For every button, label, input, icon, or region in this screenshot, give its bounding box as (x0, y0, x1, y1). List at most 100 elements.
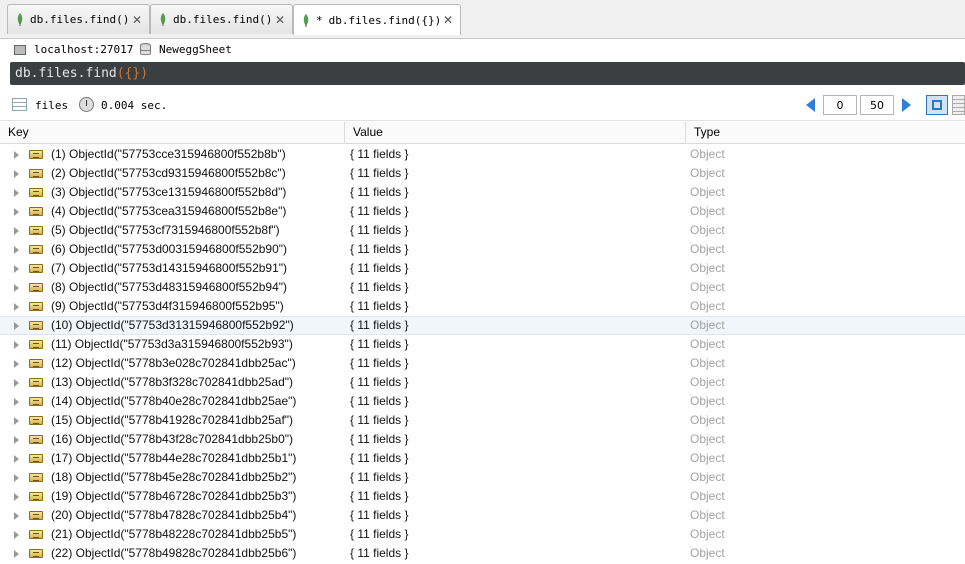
expand-arrow-icon[interactable] (14, 493, 19, 501)
elapsed-time: 0.004 sec. (101, 99, 168, 112)
table-row[interactable]: (21) ObjectId("5778b48228c702841dbb25b5"… (0, 525, 965, 544)
table-row[interactable]: (15) ObjectId("5778b41928c702841dbb25af"… (0, 411, 965, 430)
expand-arrow-icon[interactable] (14, 227, 19, 235)
table-row[interactable]: (16) ObjectId("5778b43f28c702841dbb25b0"… (0, 430, 965, 449)
row-type: Object (690, 451, 725, 465)
row-key: (8) ObjectId("57753d48315946800f552b94") (51, 280, 288, 294)
expand-arrow-icon[interactable] (14, 170, 19, 178)
row-key: (10) ObjectId("57753d31315946800f552b92"… (51, 318, 294, 332)
row-key: (11) ObjectId("57753d3a315946800f552b93"… (51, 337, 293, 351)
row-value: { 11 fields } (350, 489, 409, 503)
skip-input[interactable] (823, 95, 857, 115)
expand-arrow-icon[interactable] (14, 398, 19, 406)
table-view-button[interactable] (952, 95, 965, 115)
expand-arrow-icon[interactable] (14, 436, 19, 444)
column-header-key[interactable]: Key (0, 122, 345, 143)
expand-arrow-icon[interactable] (14, 246, 19, 254)
limit-input[interactable] (860, 95, 894, 115)
tab-query-3[interactable]: * db.files.find({}) ✕ (293, 4, 461, 35)
tab-label: db.files.find() (173, 13, 273, 26)
row-key: (5) ObjectId("57753cf7315946800f552b8f") (51, 223, 280, 237)
object-icon (29, 473, 43, 482)
row-value: { 11 fields } (350, 185, 409, 199)
row-value: { 11 fields } (350, 280, 409, 294)
expand-arrow-icon[interactable] (14, 303, 19, 311)
host-label: localhost:27017 (34, 43, 134, 56)
row-value: { 11 fields } (350, 223, 409, 237)
close-icon[interactable]: ✕ (275, 13, 285, 27)
expand-arrow-icon[interactable] (14, 151, 19, 159)
table-row[interactable]: (5) ObjectId("57753cf7315946800f552b8f")… (0, 221, 965, 240)
row-type: Object (690, 318, 725, 332)
grid-icon (12, 98, 27, 111)
unsaved-marker: * (316, 13, 323, 27)
expand-arrow-icon[interactable] (14, 379, 19, 387)
row-key: (18) ObjectId("5778b45e28c702841dbb25b2"… (51, 470, 297, 484)
close-icon[interactable]: ✕ (132, 13, 142, 27)
table-row[interactable]: (12) ObjectId("5778b3e028c702841dbb25ac"… (0, 354, 965, 373)
expand-arrow-icon[interactable] (14, 512, 19, 520)
mongodb-leaf-icon (160, 13, 166, 26)
expand-arrow-icon[interactable] (14, 284, 19, 292)
object-icon (29, 169, 43, 178)
row-value: { 11 fields } (350, 337, 409, 351)
tab-query-2[interactable]: db.files.find() ✕ (150, 4, 293, 34)
expand-arrow-icon[interactable] (14, 474, 19, 482)
tab-query-1[interactable]: db.files.find() ✕ (7, 4, 150, 34)
table-row[interactable]: (19) ObjectId("5778b46728c702841dbb25b3"… (0, 487, 965, 506)
table-row[interactable]: (22) ObjectId("5778b49828c702841dbb25b6"… (0, 544, 965, 563)
column-header-type[interactable]: Type (686, 122, 965, 143)
row-type: Object (690, 261, 725, 275)
column-header-value[interactable]: Value (345, 122, 686, 143)
tab-label: db.files.find() (30, 13, 130, 26)
next-page-icon[interactable] (902, 98, 911, 112)
expand-arrow-icon[interactable] (14, 322, 19, 330)
table-row[interactable]: (9) ObjectId("57753d4f315946800f552b95")… (0, 297, 965, 316)
table-row[interactable]: (11) ObjectId("57753d3a315946800f552b93"… (0, 335, 965, 354)
expand-arrow-icon[interactable] (14, 208, 19, 216)
row-value: { 11 fields } (350, 204, 409, 218)
expand-arrow-icon[interactable] (14, 265, 19, 273)
table-row[interactable]: (3) ObjectId("57753ce1315946800f552b8d")… (0, 183, 965, 202)
row-value: { 11 fields } (350, 546, 409, 560)
expand-arrow-icon[interactable] (14, 360, 19, 368)
close-icon[interactable]: ✕ (443, 13, 453, 27)
table-row[interactable]: (18) ObjectId("5778b45e28c702841dbb25b2"… (0, 468, 965, 487)
table-row[interactable]: (20) ObjectId("5778b47828c702841dbb25b4"… (0, 506, 965, 525)
expand-arrow-icon[interactable] (14, 417, 19, 425)
tree-view-button[interactable] (926, 95, 948, 115)
table-row[interactable]: (14) ObjectId("5778b40e28c702841dbb25ae"… (0, 392, 965, 411)
table-row[interactable]: (1) ObjectId("57753cce315946800f552b8b")… (0, 145, 965, 164)
table-row[interactable]: (17) ObjectId("5778b44e28c702841dbb25b1"… (0, 449, 965, 468)
table-row[interactable]: (13) ObjectId("5778b3f328c702841dbb25ad"… (0, 373, 965, 392)
row-type: Object (690, 413, 725, 427)
row-key: (22) ObjectId("5778b49828c702841dbb25b6"… (51, 546, 297, 560)
table-row[interactable]: (7) ObjectId("57753d14315946800f552b91")… (0, 259, 965, 278)
expand-arrow-icon[interactable] (14, 455, 19, 463)
row-key: (3) ObjectId("57753ce1315946800f552b8d") (51, 185, 287, 199)
row-key: (21) ObjectId("5778b48228c702841dbb25b5"… (51, 527, 297, 541)
row-value: { 11 fields } (350, 318, 409, 332)
query-command: db.files.find (15, 66, 117, 81)
previous-page-icon[interactable] (806, 98, 815, 112)
row-type: Object (690, 508, 725, 522)
table-row[interactable]: (4) ObjectId("57753cea315946800f552b8e")… (0, 202, 965, 221)
row-type: Object (690, 527, 725, 541)
row-type: Object (690, 223, 725, 237)
object-icon (29, 150, 43, 159)
results-toolbar: files 0.004 sec. (0, 92, 965, 121)
table-row[interactable]: (8) ObjectId("57753d48315946800f552b94")… (0, 278, 965, 297)
expand-arrow-icon[interactable] (14, 550, 19, 558)
query-editor[interactable]: db.files.find({}) (10, 62, 965, 85)
table-row[interactable]: (2) ObjectId("57753cd9315946800f552b8c")… (0, 164, 965, 183)
expand-arrow-icon[interactable] (14, 341, 19, 349)
expand-arrow-icon[interactable] (14, 531, 19, 539)
object-icon (29, 492, 43, 501)
table-row[interactable]: (10) ObjectId("57753d31315946800f552b92"… (0, 316, 965, 335)
expand-arrow-icon[interactable] (14, 189, 19, 197)
row-value: { 11 fields } (350, 394, 409, 408)
object-icon (29, 416, 43, 425)
row-type: Object (690, 147, 725, 161)
table-row[interactable]: (6) ObjectId("57753d00315946800f552b90")… (0, 240, 965, 259)
row-value: { 11 fields } (350, 356, 409, 370)
